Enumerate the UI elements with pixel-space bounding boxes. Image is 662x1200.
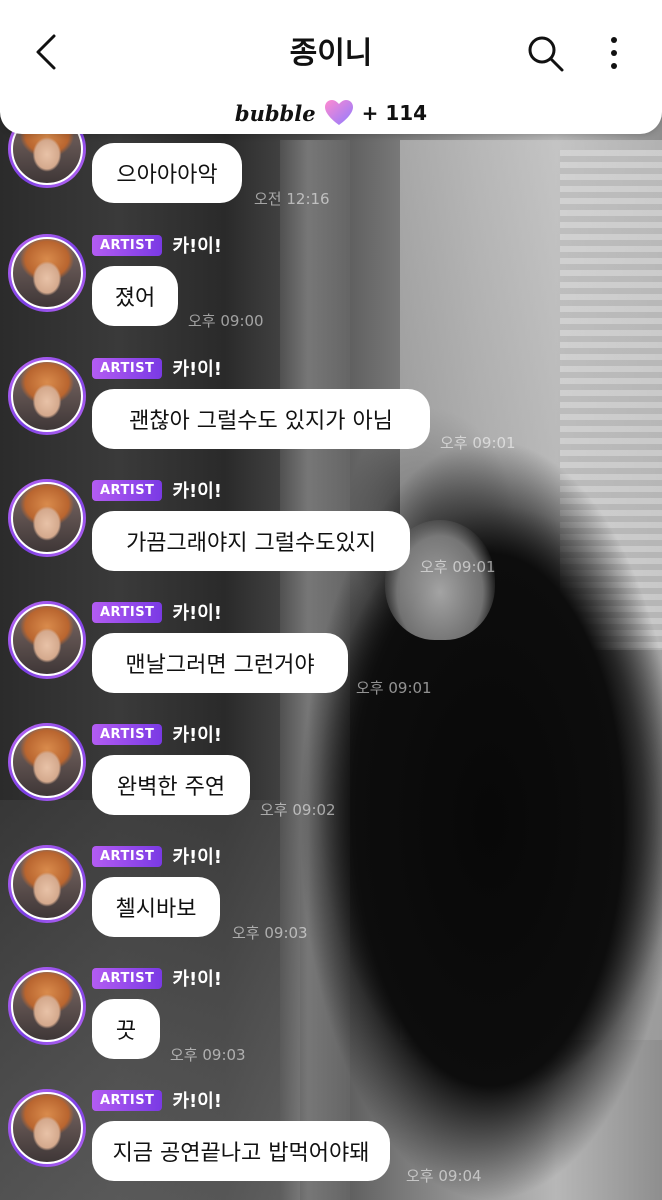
message-bubble[interactable]: 지금 공연끝나고 밥먹어야돼 xyxy=(92,1121,390,1181)
message-bubble[interactable]: 끗 xyxy=(92,999,160,1059)
message-bubble[interactable]: 으아아아악 xyxy=(92,143,242,203)
more-options-button[interactable] xyxy=(596,32,632,76)
message-meta: ARTIST 카!이! xyxy=(92,600,222,624)
artist-badge: ARTIST xyxy=(92,967,163,989)
message-meta: ARTIST 카!이! xyxy=(92,966,222,990)
message-meta: ARTIST 카!이! xyxy=(92,356,222,380)
avatar[interactable] xyxy=(8,967,86,1045)
artist-badge: ARTIST xyxy=(92,357,163,379)
artist-name: 카!이! xyxy=(172,236,222,257)
artist-badge: ARTIST xyxy=(92,845,163,867)
artist-name: 카!이! xyxy=(172,481,222,502)
heart-icon xyxy=(324,100,353,125)
artist-name: 카!이! xyxy=(172,1091,222,1112)
artist-name: 카!이! xyxy=(172,969,222,990)
bubble-subscription-row[interactable]: bubble + 114 xyxy=(0,96,662,130)
artist-badge: ARTIST xyxy=(92,723,163,745)
avatar[interactable] xyxy=(8,723,86,801)
artist-badge: ARTIST xyxy=(92,234,163,256)
message-time: 오후 09:00 xyxy=(188,312,264,330)
artist-name: 카!이! xyxy=(172,847,222,868)
message-time: 오후 09:01 xyxy=(356,679,432,697)
artist-badge: ARTIST xyxy=(92,601,163,623)
chat-list[interactable]: 으아아아악 오전 12:16 ARTIST 카!이! 졌어 오후 09:00 A… xyxy=(0,0,662,1200)
avatar[interactable] xyxy=(8,234,86,312)
message-bubble[interactable]: 맨날그러면 그런거야 xyxy=(92,633,348,693)
artist-badge: ARTIST xyxy=(92,1089,163,1111)
avatar[interactable] xyxy=(8,1089,86,1167)
chat-header: 종이니 bubble + 114 xyxy=(0,0,662,134)
artist-badge: ARTIST xyxy=(92,479,163,501)
avatar[interactable] xyxy=(8,479,86,557)
message-time: 오후 09:03 xyxy=(232,924,308,942)
message-bubble[interactable]: 졌어 xyxy=(92,266,178,326)
artist-name: 카!이! xyxy=(172,725,222,746)
search-button[interactable] xyxy=(524,32,568,76)
message-meta: ARTIST 카!이! xyxy=(92,722,222,746)
avatar[interactable] xyxy=(8,357,86,435)
message-meta: ARTIST 카!이! xyxy=(92,1088,222,1112)
avatar[interactable] xyxy=(8,601,86,679)
message-bubble[interactable]: 가끔그래야지 그럴수도있지 xyxy=(92,511,410,571)
search-icon xyxy=(528,36,564,72)
message-bubble[interactable]: 완벽한 주연 xyxy=(92,755,250,815)
bubble-count: + 114 xyxy=(361,101,428,125)
message-meta: ARTIST 카!이! xyxy=(92,478,222,502)
message-meta: ARTIST 카!이! xyxy=(92,844,222,868)
more-vertical-icon xyxy=(611,37,617,69)
avatar[interactable] xyxy=(8,845,86,923)
message-time: 오후 09:02 xyxy=(260,801,336,819)
message-time: 오후 09:01 xyxy=(420,558,496,576)
message-bubble[interactable]: 괜찮아 그럴수도 있지가 아님 xyxy=(92,389,430,449)
artist-name: 카!이! xyxy=(172,359,222,380)
message-bubble[interactable]: 첼시바보 xyxy=(92,877,220,937)
message-meta: ARTIST 카!이! xyxy=(92,233,222,257)
bubble-logo: bubble xyxy=(234,100,316,126)
message-time: 오후 09:01 xyxy=(440,434,516,452)
message-time: 오후 09:04 xyxy=(406,1167,482,1185)
message-time: 오전 12:16 xyxy=(254,190,330,208)
artist-name: 카!이! xyxy=(172,603,222,624)
message-time: 오후 09:03 xyxy=(170,1046,246,1064)
